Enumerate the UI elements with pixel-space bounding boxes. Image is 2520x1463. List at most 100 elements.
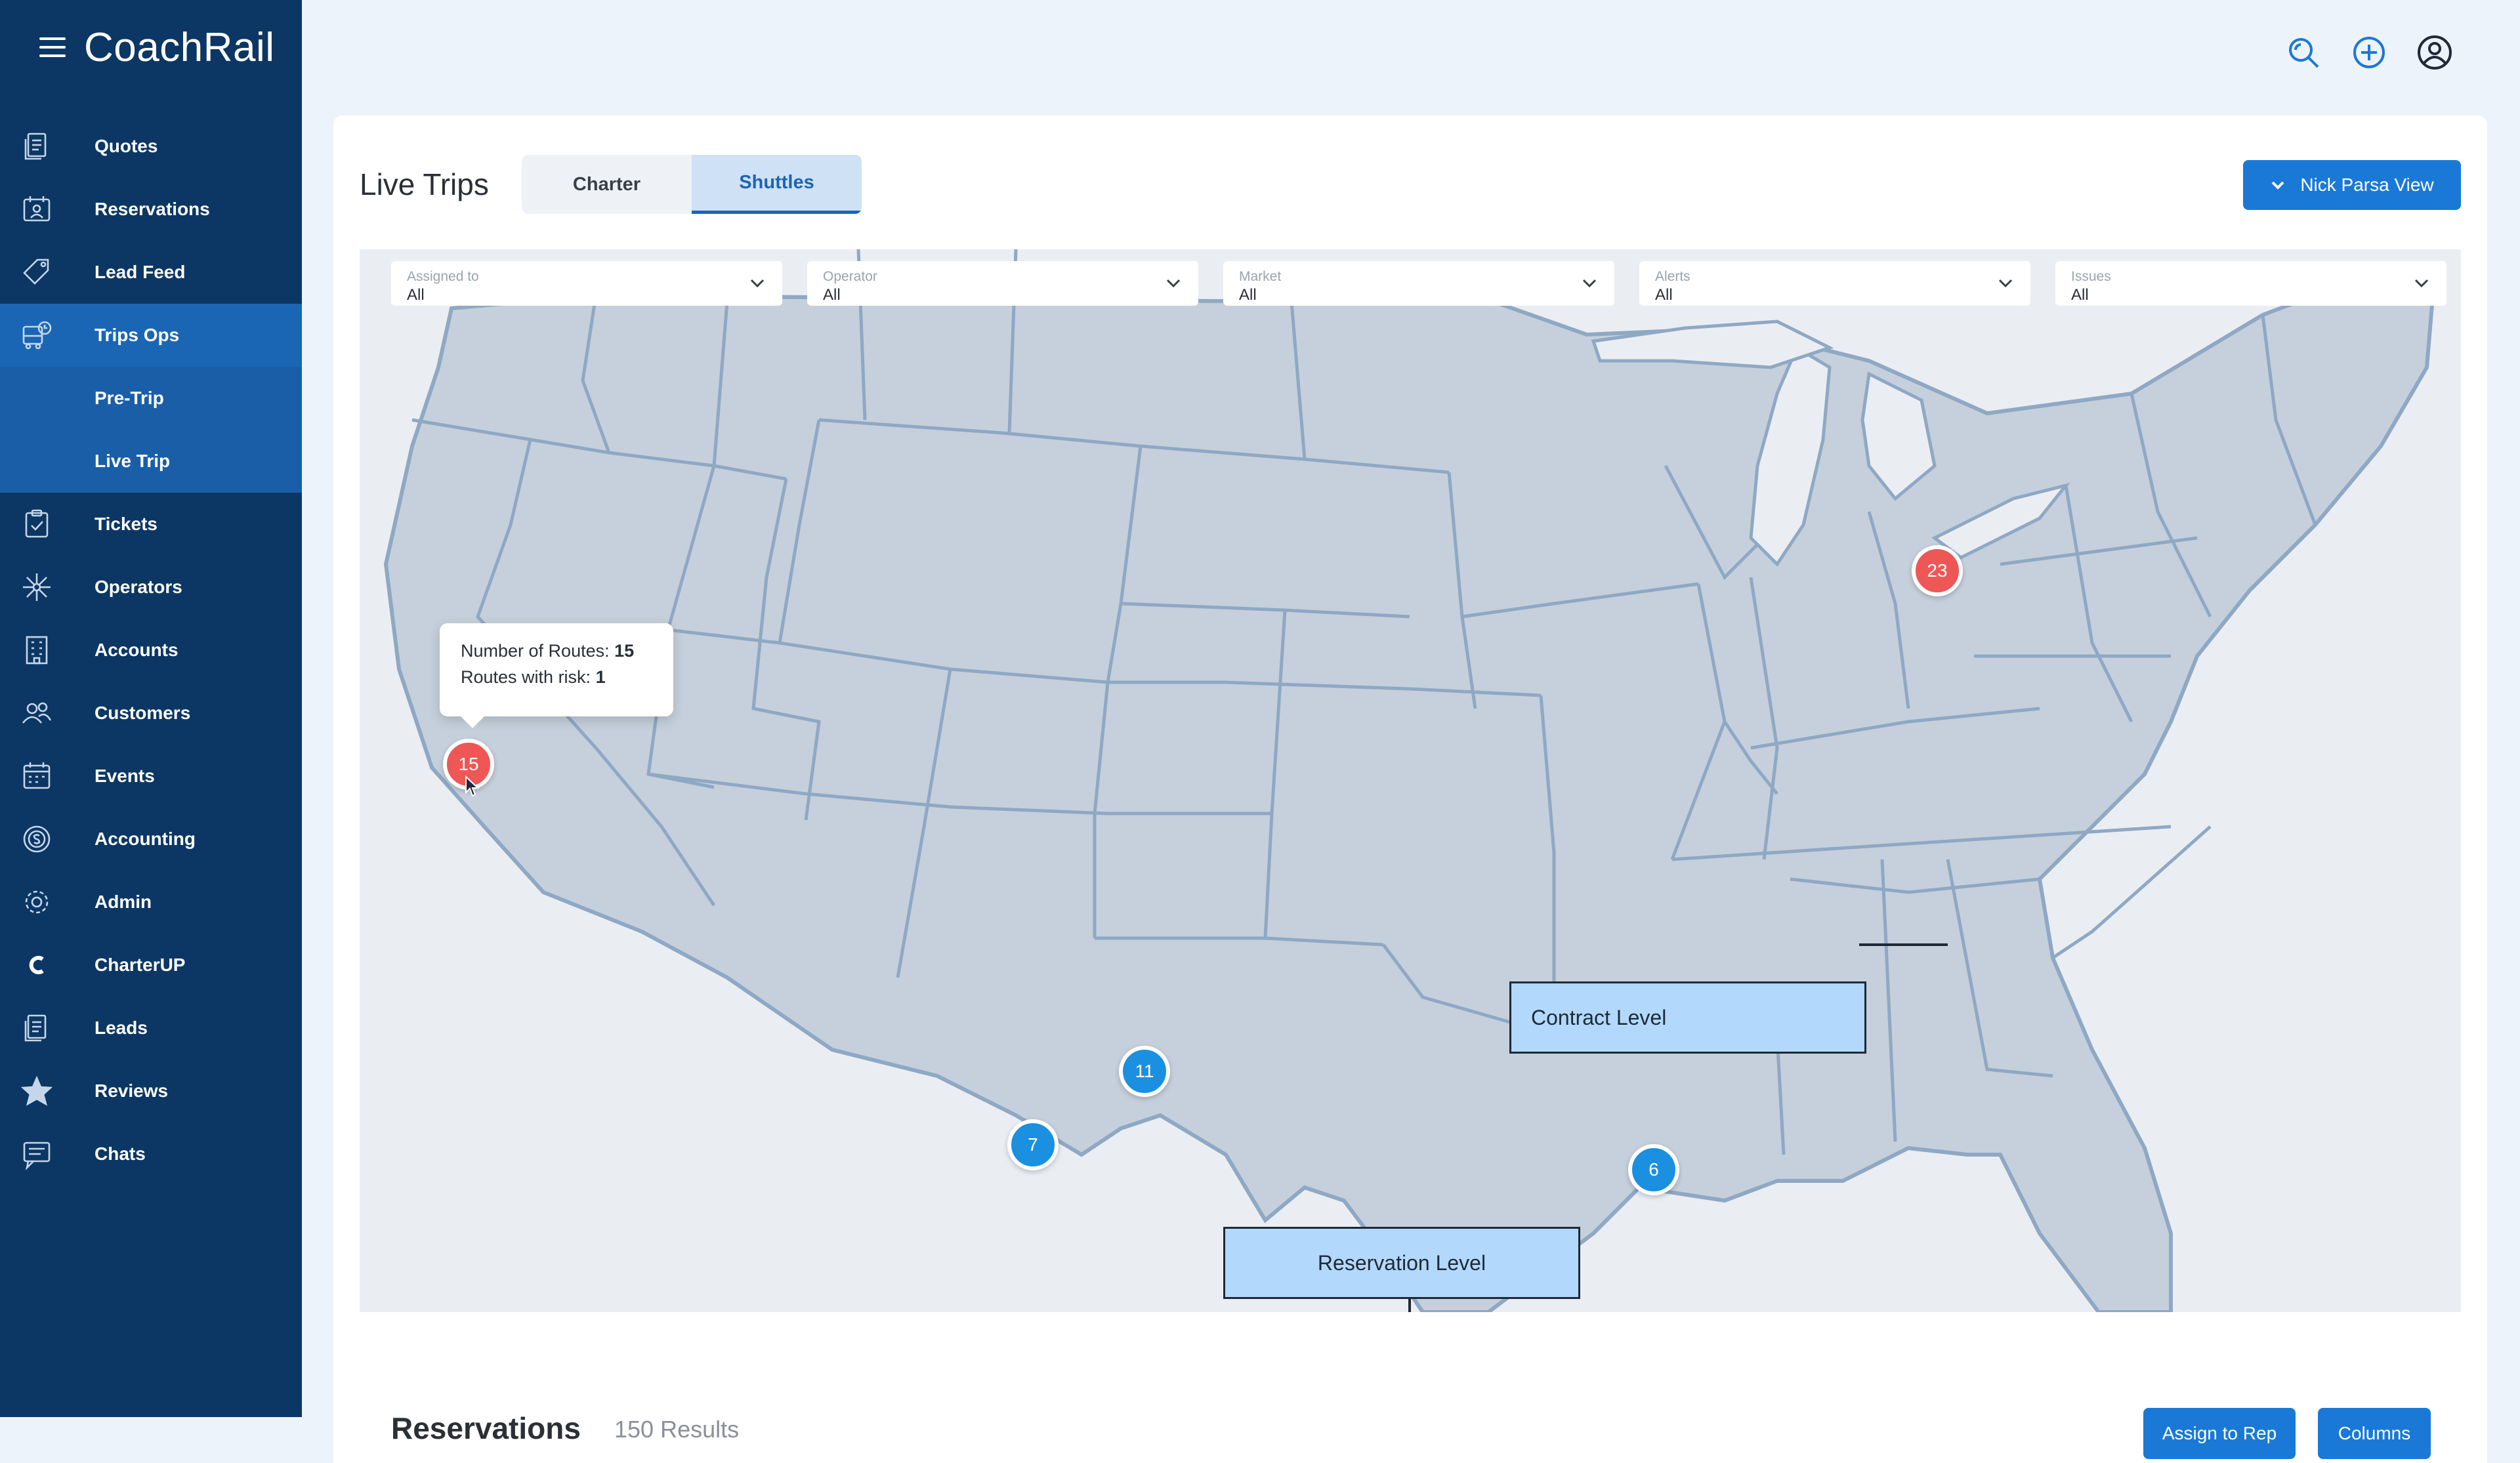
mouse-cursor-icon bbox=[465, 775, 479, 797]
sidebar-item-reservations[interactable]: Reservations bbox=[0, 178, 302, 241]
assign-to-rep-button[interactable]: Assign to Rep bbox=[2143, 1408, 2296, 1459]
sidebar-item-label: Reservations bbox=[94, 199, 210, 219]
tooltip-risk-value: 1 bbox=[595, 667, 606, 687]
people-icon bbox=[20, 696, 54, 730]
sidebar-item-pre-trip[interactable]: Pre-Trip bbox=[0, 367, 302, 430]
brand: CoachRail bbox=[39, 21, 275, 73]
filter-operator[interactable]: Operator All bbox=[807, 261, 1198, 306]
reservations-count: 150 Results bbox=[614, 1416, 740, 1443]
sidebar-item-label: Admin bbox=[94, 892, 152, 912]
sidebar-item-label: Leads bbox=[94, 1018, 148, 1038]
tooltip-routes-line: Number of Routes: 15 bbox=[461, 638, 652, 664]
gear-icon bbox=[20, 885, 54, 919]
star-icon bbox=[20, 1074, 54, 1108]
chevron-down-icon bbox=[1166, 279, 1181, 288]
search-icon[interactable] bbox=[2284, 33, 2323, 72]
menu-icon[interactable] bbox=[39, 37, 66, 57]
filter-value: All bbox=[407, 286, 425, 304]
user-avatar-icon[interactable] bbox=[2415, 33, 2454, 72]
map-marker-6[interactable]: 6 bbox=[1628, 1144, 1679, 1195]
chevron-down-icon bbox=[1582, 279, 1597, 288]
filter-issues[interactable]: Issues All bbox=[2055, 261, 2446, 306]
sidebar-item-lead-feed[interactable]: Lead Feed bbox=[0, 241, 302, 304]
tab-charter[interactable]: Charter bbox=[522, 155, 692, 214]
page-title: Live Trips bbox=[360, 167, 489, 201]
app-name: CoachRail bbox=[84, 24, 275, 70]
live-trips-map[interactable]: Assigned to All Operator All Market All … bbox=[360, 249, 2461, 1312]
sidebar-item-accounting[interactable]: Accounting bbox=[0, 808, 302, 871]
sidebar-item-quotes[interactable]: Quotes bbox=[0, 115, 302, 178]
network-icon bbox=[20, 570, 54, 604]
sidebar-item-charterup[interactable]: CharterUP bbox=[0, 934, 302, 997]
sidebar-item-label: Customers bbox=[94, 703, 191, 723]
sidebar-item-label: Quotes bbox=[94, 136, 158, 156]
map-marker-23[interactable]: 23 bbox=[1912, 545, 1963, 596]
sidebar-item-label: CharterUP bbox=[94, 955, 186, 975]
filter-label: Assigned to bbox=[407, 269, 479, 284]
tab-shuttles[interactable]: Shuttles bbox=[692, 155, 862, 214]
sidebar-item-leads[interactable]: Leads bbox=[0, 997, 302, 1060]
saved-view-label: Nick Parsa View bbox=[2300, 175, 2434, 195]
sidebar-item-operators[interactable]: Operators bbox=[0, 556, 302, 619]
sidebar-item-label: Chats bbox=[94, 1144, 146, 1164]
coin-icon bbox=[20, 822, 54, 856]
filter-value: All bbox=[1655, 286, 1673, 304]
filter-label: Operator bbox=[823, 269, 877, 284]
sidebar-item-chats[interactable]: Chats bbox=[0, 1123, 302, 1185]
sidebar-item-label: Accounting bbox=[94, 829, 196, 849]
filter-assigned-to[interactable]: Assigned to All bbox=[391, 261, 782, 306]
filter-bar: Assigned to All Operator All Market All … bbox=[391, 261, 2446, 306]
filter-value: All bbox=[1239, 286, 1257, 304]
reservations-title: Reservations bbox=[391, 1411, 581, 1445]
quote-icon bbox=[20, 129, 54, 163]
us-map bbox=[383, 249, 2436, 1312]
sidebar-item-admin[interactable]: Admin bbox=[0, 871, 302, 934]
route-tooltip: Number of Routes: 15 Routes with risk: 1 bbox=[440, 623, 673, 728]
filter-label: Market bbox=[1239, 269, 1282, 284]
chat-icon bbox=[20, 1137, 54, 1171]
tag-icon bbox=[20, 255, 54, 289]
filter-market[interactable]: Market All bbox=[1223, 261, 1614, 306]
map-marker-11[interactable]: 11 bbox=[1119, 1046, 1170, 1097]
sidebar-item-label: Lead Feed bbox=[94, 262, 186, 282]
sidebar-item-label: Events bbox=[94, 766, 155, 786]
sidebar-item-label: Operators bbox=[94, 577, 182, 597]
sidebar-item-tickets[interactable]: Tickets bbox=[0, 493, 302, 556]
add-circle-icon[interactable] bbox=[2349, 33, 2389, 72]
sidebar-item-label: Reviews bbox=[94, 1081, 169, 1101]
lake-superior bbox=[1591, 319, 1834, 369]
sidebar-item-label: Tickets bbox=[94, 514, 158, 534]
filter-value: All bbox=[2071, 286, 2089, 304]
us-land bbox=[383, 273, 2436, 1312]
sidebar-item-trips-ops[interactable]: Trips Ops bbox=[0, 304, 302, 367]
map-marker-7[interactable]: 7 bbox=[1007, 1119, 1059, 1170]
reservation-icon bbox=[20, 192, 54, 226]
sidebar-item-reviews[interactable]: Reviews bbox=[0, 1060, 302, 1123]
sidebar-item-customers[interactable]: Customers bbox=[0, 682, 302, 745]
sidebar-item-label: Trips Ops bbox=[94, 325, 180, 345]
chevron-down-icon bbox=[2271, 181, 2284, 190]
chevron-down-icon bbox=[750, 279, 765, 288]
tooltip-routes-value: 15 bbox=[614, 641, 635, 661]
chevron-down-icon bbox=[2414, 279, 2429, 288]
filter-value: All bbox=[823, 286, 841, 304]
tooltip-risk-label: Routes with risk: bbox=[461, 667, 591, 687]
sidebar-item-live-trip[interactable]: Live Trip bbox=[0, 430, 302, 493]
document-icon bbox=[20, 1011, 54, 1045]
reservations-header: Reservations 150 Results Assign to Rep C… bbox=[370, 1386, 2450, 1463]
columns-button[interactable]: Columns bbox=[2318, 1408, 2431, 1459]
sidebar-item-accounts[interactable]: Accounts bbox=[0, 619, 302, 682]
filter-alerts[interactable]: Alerts All bbox=[1639, 261, 2030, 306]
bus-clock-icon bbox=[20, 318, 54, 352]
sidebar-nav: Quotes Reservations Lead Feed Trips Ops … bbox=[0, 115, 302, 1185]
calendar-icon bbox=[20, 759, 54, 793]
sidebar: CoachRail Quotes Reservations Lead Feed … bbox=[0, 0, 302, 1417]
saved-view-button[interactable]: Nick Parsa View bbox=[2243, 160, 2461, 210]
building-icon bbox=[20, 633, 54, 667]
tooltip-routes-label: Number of Routes: bbox=[461, 641, 610, 661]
clipboard-check-icon bbox=[20, 507, 54, 541]
live-trips-card: Live Trips Charter Shuttles Nick Parsa V… bbox=[333, 115, 2487, 1463]
reservation-level-callout: Reservation Level bbox=[1223, 1227, 1580, 1299]
sidebar-item-events[interactable]: Events bbox=[0, 745, 302, 808]
trip-type-tabs: Charter Shuttles bbox=[522, 155, 862, 214]
